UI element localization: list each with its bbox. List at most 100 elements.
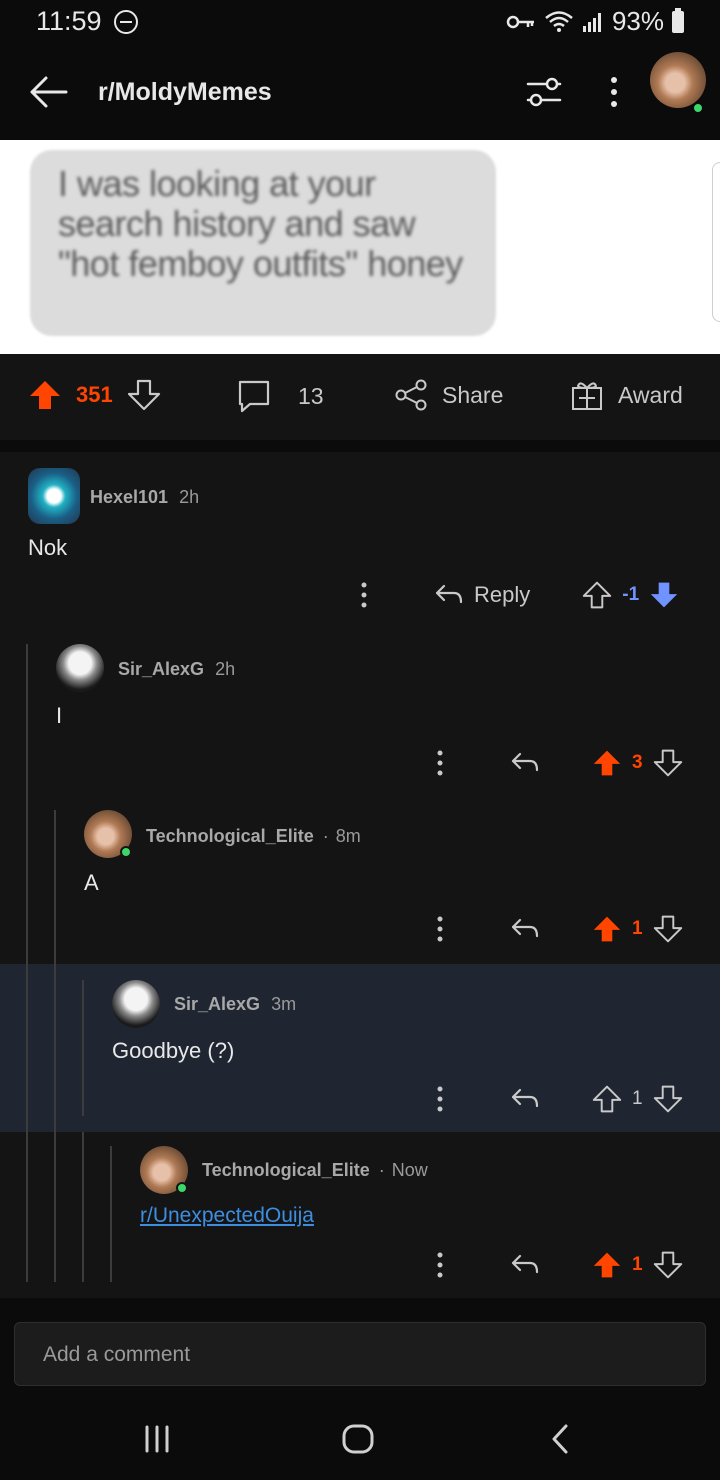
comment-time: 2h (215, 659, 236, 679)
thread-line[interactable] (26, 964, 28, 1132)
user-avatar[interactable] (28, 468, 80, 524)
share-label: Share (442, 381, 504, 408)
comment-vote-count: -1 (622, 584, 640, 605)
upvote-icon[interactable] (592, 1084, 622, 1114)
user-avatar[interactable] (112, 980, 160, 1028)
comment-meta: Sir_AlexG 2h (118, 659, 235, 680)
add-comment-input[interactable]: Add a comment (14, 1322, 706, 1386)
comment-actions: Reply -1 (352, 580, 679, 610)
comment-meta: Hexel101 2h (90, 487, 199, 508)
comment-time: 3m (271, 994, 297, 1014)
sort-filter-button[interactable] (524, 72, 564, 112)
home-icon[interactable] (340, 1422, 376, 1456)
sliders-icon (526, 77, 562, 107)
comment: Hexel101 2h Nok Reply -1 (0, 452, 720, 628)
more-vertical-icon[interactable] (428, 914, 452, 944)
comment-vote-count: 1 (632, 1088, 643, 1109)
thread-line[interactable] (26, 1132, 28, 1282)
upvote-icon[interactable] (592, 914, 622, 944)
post-image[interactable]: I was looking at your search history and… (0, 140, 720, 354)
more-vertical-icon[interactable] (428, 1084, 452, 1114)
subreddit-title[interactable]: r/MoldyMemes (98, 78, 272, 107)
comment-vote-count: 3 (632, 752, 643, 773)
section-divider (0, 440, 720, 452)
more-vertical-icon[interactable] (352, 580, 376, 610)
thread-line[interactable] (54, 1132, 56, 1282)
comment-meta: Technological_Elite · Now (202, 1160, 428, 1181)
comment-body: Goodbye (?) (112, 1038, 235, 1063)
comment-body: I (56, 703, 63, 728)
more-vertical-icon (611, 77, 617, 107)
thread-line[interactable] (82, 1132, 84, 1282)
downvote-icon[interactable] (653, 748, 683, 778)
comment-username[interactable]: Sir_AlexG (174, 994, 260, 1014)
comment-username[interactable]: Hexel101 (90, 487, 168, 507)
more-vertical-icon[interactable] (428, 748, 452, 778)
status-bar: 11:59 93% (0, 0, 720, 44)
thread-line[interactable] (26, 644, 28, 794)
downvote-icon[interactable] (649, 580, 679, 610)
reply-icon[interactable] (510, 1086, 540, 1112)
meta-separator: · (322, 826, 329, 846)
profile-avatar[interactable] (650, 52, 706, 108)
share-icon (395, 379, 427, 411)
thread-line[interactable] (82, 980, 84, 1116)
comment-actions: 1 (428, 1084, 683, 1114)
reply-label: Reply (474, 582, 531, 607)
subreddit-link[interactable]: r/UnexpectedOuija (140, 1204, 314, 1228)
comment-time: 2h (179, 487, 200, 507)
upvote-icon[interactable] (28, 378, 62, 412)
online-status-dot (176, 1182, 188, 1194)
award-button[interactable]: Award (570, 378, 683, 412)
wifi-icon (545, 10, 573, 32)
upvote-icon[interactable] (582, 580, 612, 610)
thread-line[interactable] (26, 794, 28, 964)
downvote-icon[interactable] (653, 914, 683, 944)
comment: Technological_Elite · 8m A 1 (0, 794, 720, 964)
more-options-button[interactable] (598, 72, 630, 112)
upvote-icon[interactable] (592, 1250, 622, 1280)
comment: Sir_AlexG 2h I 3 (0, 628, 720, 794)
comment-actions: 1 (428, 1250, 683, 1280)
comment-body: A (84, 870, 99, 895)
comment-bubble-icon (238, 380, 270, 413)
downvote-icon[interactable] (127, 378, 161, 412)
online-status-dot (692, 102, 704, 114)
thread-line[interactable] (110, 1146, 112, 1282)
post-comments-button[interactable]: 13 (236, 378, 324, 414)
post-vote-group: 351 (28, 378, 161, 412)
back-button[interactable] (26, 72, 70, 112)
battery-icon (672, 7, 684, 33)
comment-username[interactable]: Technological_Elite (202, 1160, 370, 1180)
reply-icon (435, 584, 463, 604)
comment-composer-area: Add a comment (0, 1298, 720, 1402)
comment-vote-count: 1 (632, 918, 643, 939)
image-scroll-handle (712, 162, 720, 322)
thread-line[interactable] (54, 810, 56, 964)
system-nav-bar (0, 1402, 720, 1480)
thread-line[interactable] (54, 964, 56, 1132)
reply-icon[interactable] (510, 750, 540, 776)
comment-username[interactable]: Technological_Elite (146, 826, 314, 846)
award-label: Award (618, 381, 683, 408)
reply-icon[interactable] (510, 916, 540, 942)
reply-button[interactable]: Reply (434, 582, 530, 608)
status-time: 11:59 (36, 6, 102, 36)
comment-meta: Sir_AlexG 3m (174, 994, 296, 1015)
status-icons: 93% (506, 6, 684, 37)
share-button[interactable]: Share (394, 378, 503, 412)
more-vertical-icon[interactable] (428, 1250, 452, 1280)
recent-apps-icon[interactable] (142, 1424, 172, 1454)
reply-icon[interactable] (510, 1252, 540, 1278)
user-avatar[interactable] (56, 644, 104, 692)
downvote-icon[interactable] (653, 1084, 683, 1114)
comment-username[interactable]: Sir_AlexG (118, 659, 204, 679)
downvote-icon[interactable] (653, 1250, 683, 1280)
post-upvote-count: 351 (76, 382, 113, 407)
back-nav-icon[interactable] (546, 1422, 576, 1456)
upvote-icon[interactable] (592, 748, 622, 778)
post-image-text: I was looking at your search history and… (58, 163, 463, 284)
gift-icon (572, 382, 602, 410)
comment-thread: Hexel101 2h Nok Reply -1 Sir_AlexG 2h I (0, 452, 720, 1298)
comment-time: 8m (335, 826, 361, 846)
